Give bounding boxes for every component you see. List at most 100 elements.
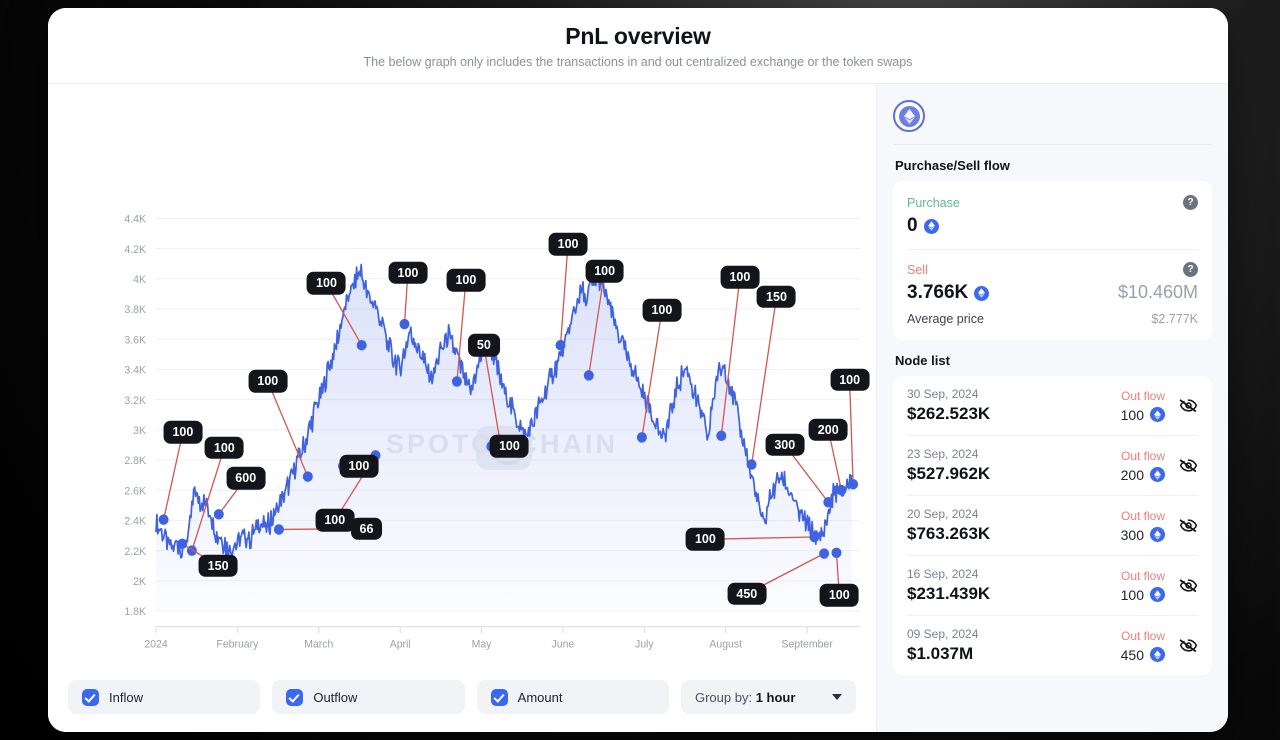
chart-annotation[interactable]: 600 — [226, 466, 266, 490]
page-subtitle: The below graph only includes the transa… — [363, 54, 913, 69]
group-by-value: 1 hour — [755, 689, 796, 705]
ethereum-coin-icon — [923, 218, 939, 234]
chart-annotation[interactable]: 100 — [585, 259, 625, 283]
node-flow-info: Out flow 100 — [1121, 569, 1165, 603]
chart-annotation[interactable]: 300 — [765, 433, 805, 457]
svg-text:April: April — [390, 639, 411, 651]
node-value: $763.263K — [907, 524, 991, 543]
node-info: 16 Sep, 2024 $231.439K — [907, 567, 990, 604]
eye-slash-icon[interactable] — [1179, 576, 1198, 595]
node-meta: Out flow 300 — [1121, 509, 1198, 543]
node-meta: Out flow 200 — [1121, 449, 1198, 483]
node-meta: Out flow 100 — [1121, 569, 1198, 603]
purchase-block: Purchase ? 0 — [907, 183, 1198, 249]
node-flow-info: Out flow 100 — [1121, 389, 1165, 423]
svg-text:2.2K: 2.2K — [124, 546, 146, 558]
checkbox-checked-icon[interactable] — [286, 688, 304, 706]
pnl-chart[interactable]: SPOTONCHAIN 1.8K2K2.2K2.4K2.6K2.8K3K3.2K… — [48, 84, 876, 674]
node-list-item[interactable]: 30 Sep, 2024 $262.523K Out flow 100 — [907, 376, 1198, 435]
svg-text:1.8K: 1.8K — [124, 606, 146, 618]
eye-slash-icon[interactable] — [1179, 396, 1198, 415]
toggle-outflow[interactable]: Outflow — [272, 680, 465, 714]
group-by-dropdown[interactable]: Group by: 1 hour — [680, 680, 856, 714]
chart-annotation[interactable]: 100 — [204, 436, 244, 460]
node-list: 30 Sep, 2024 $262.523K Out flow 100 23 Sep, … — [893, 376, 1212, 675]
ethereum-glyph-icon — [903, 108, 915, 124]
node-quantity: 450 — [1121, 647, 1165, 663]
svg-text:3.4K: 3.4K — [124, 364, 146, 376]
svg-text:3K: 3K — [133, 425, 147, 437]
svg-text:3.2K: 3.2K — [124, 395, 146, 407]
node-quantity: 100 — [1121, 407, 1165, 423]
chart-annotation[interactable]: 200 — [808, 418, 848, 442]
purchase-amount: 0 — [907, 215, 918, 236]
svg-text:February: February — [216, 639, 259, 651]
help-icon[interactable]: ? — [1183, 195, 1198, 210]
svg-text:2K: 2K — [133, 576, 147, 588]
node-list-item[interactable]: 16 Sep, 2024 $231.439K Out flow 100 — [907, 555, 1198, 615]
chart-annotation[interactable]: 100 — [489, 435, 529, 458]
inflow-label: Inflow — [109, 689, 143, 705]
svg-text:4.2K: 4.2K — [124, 244, 146, 256]
node-flow-info: Out flow 300 — [1121, 509, 1165, 543]
chart-annotation[interactable]: 450 — [727, 582, 767, 605]
group-by-text: Group by: 1 hour — [695, 690, 795, 705]
node-quantity: 200 — [1121, 467, 1165, 483]
chart-pane: SPOTONCHAIN 1.8K2K2.2K2.4K2.6K2.8K3K3.2K… — [48, 84, 876, 732]
eye-slash-icon[interactable] — [1179, 636, 1198, 655]
chart-annotation[interactable]: 100 — [163, 420, 203, 444]
chart-annotation[interactable]: 50 — [467, 333, 500, 357]
purchase-label: Purchase — [907, 195, 960, 210]
chart-annotation[interactable]: 100 — [315, 509, 355, 532]
node-date: 30 Sep, 2024 — [907, 387, 979, 401]
chart-annotation[interactable]: 100 — [830, 368, 870, 392]
node-list-item[interactable]: 09 Sep, 2024 $1.037M Out flow 450 — [907, 615, 1198, 675]
svg-text:3.8K: 3.8K — [124, 304, 146, 316]
checkbox-checked-icon[interactable] — [490, 688, 508, 706]
node-flow-info: Out flow 450 — [1121, 629, 1165, 663]
node-quantity: 300 — [1121, 527, 1165, 543]
checkbox-checked-icon[interactable] — [82, 688, 99, 706]
ethereum-icon — [893, 100, 925, 132]
node-flow-type: Out flow — [1120, 508, 1165, 523]
sell-block: Sell ? 3.766K $10.460M Average price $2.… — [907, 249, 1198, 338]
chart-annotation[interactable]: 100 — [720, 266, 760, 289]
help-icon[interactable]: ? — [1183, 262, 1198, 277]
chart-annotation[interactable]: 100 — [339, 454, 379, 478]
node-date: 20 Sep, 2024 — [907, 507, 979, 521]
toggle-inflow[interactable]: Inflow — [68, 680, 261, 714]
chart-annotation[interactable]: 66 — [350, 517, 383, 540]
chart-annotation[interactable]: 150 — [757, 285, 796, 309]
node-date: 23 Sep, 2024 — [907, 447, 979, 461]
eye-slash-icon[interactable] — [1179, 456, 1198, 475]
chart-annotation[interactable]: 100 — [685, 528, 725, 551]
svg-text:4K: 4K — [133, 274, 147, 286]
toggle-amount[interactable]: Amount — [476, 680, 669, 714]
node-flow-info: Out flow 200 — [1121, 449, 1165, 483]
purchase-sell-flow-card: Purchase ? 0 Sell ? 3.766K $10.460M Aver… — [893, 181, 1212, 340]
node-info: 09 Sep, 2024 $1.037M — [907, 627, 978, 664]
chart-annotation[interactable]: 100 — [248, 370, 288, 393]
chart-annotation[interactable]: 100 — [307, 272, 346, 295]
node-list-title: Node list — [895, 353, 950, 368]
eye-slash-icon[interactable] — [1179, 516, 1198, 535]
sell-amount-group: 3.766K — [907, 282, 990, 304]
chart-annotation[interactable]: 100 — [642, 299, 682, 322]
chart-annotation[interactable]: 100 — [548, 232, 588, 256]
chart-annotation[interactable]: 100 — [819, 583, 859, 607]
node-value: $527.962K — [907, 464, 991, 483]
amount-label: Amount — [517, 689, 563, 705]
svg-text:3.6K: 3.6K — [124, 334, 146, 346]
chevron-down-icon[interactable] — [831, 694, 842, 700]
node-list-item[interactable]: 23 Sep, 2024 $527.962K Out flow 200 — [907, 435, 1198, 495]
chart-annotation[interactable]: 100 — [446, 269, 486, 292]
svg-text:August: August — [709, 639, 742, 651]
sell-label: Sell — [907, 262, 928, 277]
node-list-item[interactable]: 20 Sep, 2024 $763.263K Out flow 300 — [907, 495, 1198, 555]
ethereum-coin-icon — [974, 285, 990, 301]
node-quantity: 100 — [1121, 587, 1165, 603]
node-info: 20 Sep, 2024 $763.263K — [907, 507, 990, 544]
chart-annotation[interactable]: 150 — [198, 554, 238, 577]
chart-annotation[interactable]: 100 — [388, 261, 428, 284]
node-meta: Out flow 450 — [1121, 629, 1198, 663]
